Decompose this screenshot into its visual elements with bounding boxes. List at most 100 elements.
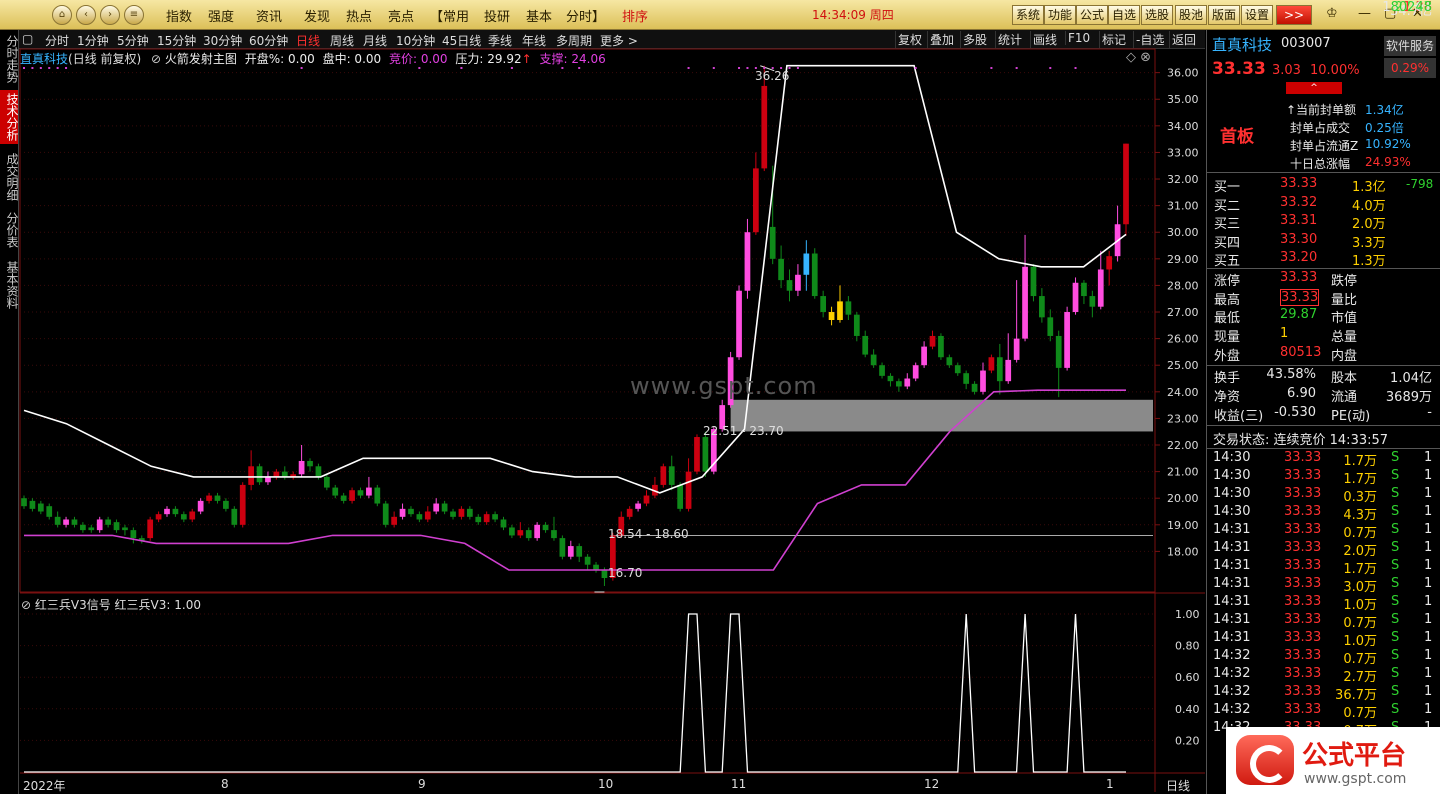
trade-status: 交易状态: 连续竞价 14:33:57 [1213, 433, 1389, 448]
candle-body [231, 508, 238, 525]
btn-settings[interactable]: 设置 [1241, 5, 1274, 25]
candle-body [996, 357, 1003, 382]
minimize-icon[interactable]: — [1358, 6, 1371, 21]
tick-price: 33.33 [1284, 540, 1322, 555]
candle-body [551, 530, 557, 539]
stat-value: 80513 [1280, 344, 1322, 360]
stat-label: 量比 [1331, 292, 1358, 308]
candle-body [349, 490, 355, 501]
tick-volume: 0.7万 [1343, 652, 1377, 667]
bid-volume: 2.0万 [1352, 217, 1386, 232]
bid-volume: 1.3万 [1352, 254, 1386, 269]
y-tick-label: 25.00 [1167, 359, 1199, 372]
btn-more[interactable]: >> [1276, 5, 1312, 25]
stat-label: 最高 [1214, 292, 1241, 308]
seal-info-label: 封单占流通Z [1290, 139, 1359, 153]
candle-body [626, 508, 633, 517]
candle-body [399, 508, 406, 517]
stat-value: 33.33 [1280, 288, 1320, 306]
signal-dot [23, 67, 25, 69]
tick-volume: 3.0万 [1343, 580, 1377, 595]
candle-body [853, 314, 860, 336]
bid-label: 买二 [1214, 198, 1241, 214]
tick-side: S [1391, 684, 1400, 699]
x-year: 2022年 [23, 779, 66, 793]
indicator-toggle-icon[interactable]: ⊘ [21, 598, 31, 612]
ind-tick-label: 0.80 [1175, 640, 1200, 653]
tick-volume: 36.7万 [1335, 688, 1377, 703]
tick-time: 14:32 [1213, 666, 1251, 681]
candle-body [811, 253, 818, 297]
stat-label: 最低 [1214, 311, 1241, 327]
candle-body [559, 538, 566, 557]
stat-label: 涨停 [1214, 274, 1241, 289]
y-tick-label: 36.00 [1167, 67, 1199, 80]
tick-volume: 0.7万 [1343, 526, 1377, 541]
candle-body [1013, 338, 1020, 360]
candle-body [896, 381, 902, 387]
signal-dot [687, 67, 690, 69]
divider [1206, 425, 1440, 426]
tick-price: 33.33 [1284, 468, 1322, 483]
tick-volume: 0.7万 [1343, 616, 1377, 631]
ind-tick-label: 1.00 [1175, 608, 1200, 621]
candle-body [223, 500, 229, 509]
tick-time: 14:30 [1213, 468, 1251, 483]
tick-count: 1 [1424, 684, 1433, 699]
tick-side: S [1391, 630, 1400, 645]
sector-name[interactable]: 软件服务 [1384, 36, 1436, 56]
candle-body [1047, 317, 1054, 336]
candle-body [63, 519, 69, 525]
collapse-arrow-icon[interactable]: ^ [1286, 82, 1342, 94]
brand-url: www.gspt.com [1304, 771, 1407, 787]
candle-body [424, 511, 431, 520]
tick-volume: 2.7万 [1343, 670, 1377, 685]
seal-info-label: 十日总涨幅 [1290, 157, 1351, 171]
ind-tick-label: 0.60 [1175, 671, 1200, 684]
stat-label: 内盘 [1331, 348, 1358, 364]
tick-time: 14:31 [1213, 612, 1251, 627]
candle-body [509, 527, 515, 536]
y-tick-label: 31.00 [1167, 200, 1199, 213]
bid-label: 买一 [1214, 180, 1241, 195]
stat-label: 股本 [1331, 371, 1358, 386]
kline-chart[interactable]: 18.00 19.00 20.00 21.00 22.00 23.00 24.00 25.00… [0, 0, 1205, 794]
shirt-icon[interactable]: ♔ [1326, 6, 1338, 21]
candle-body [1081, 282, 1087, 297]
quote-change: 3.03 [1272, 63, 1301, 78]
candle-body [677, 484, 684, 509]
tick-count: 1 [1424, 504, 1433, 519]
candle-body [887, 375, 894, 382]
candle-body [828, 312, 835, 320]
y-tick-label: 34.00 [1167, 120, 1199, 133]
tick-time: 14:32 [1213, 702, 1251, 717]
candle-body [88, 527, 95, 531]
candle-body [660, 466, 667, 485]
candle-body [483, 514, 490, 523]
tick-side: S [1391, 612, 1400, 627]
chart-diamond-icon[interactable]: ◇ ⊗ [1126, 50, 1151, 65]
bid-price: 33.31 [1280, 213, 1318, 228]
label-high: 36.26 [755, 69, 790, 83]
candle-body [172, 508, 179, 515]
candle-body [929, 335, 936, 347]
candle-body [433, 503, 440, 512]
candle-body [517, 530, 524, 536]
candle-body [567, 546, 574, 557]
bid-label: 买五 [1214, 254, 1241, 269]
brand-overlay: 公式平台 www.gspt.com [1226, 727, 1440, 794]
candle-body [1022, 266, 1028, 339]
tick-side: S [1391, 648, 1400, 663]
tick-price: 33.33 [1284, 648, 1322, 663]
bid-volume: 3.3万 [1352, 235, 1386, 251]
candle-body [803, 253, 810, 275]
x-period: 日线 [1166, 779, 1191, 793]
tick-volume: 1.7万 [1343, 472, 1377, 487]
stat-label: 净资 [1214, 390, 1241, 405]
btn-layout[interactable]: 版面 [1208, 5, 1241, 25]
signal-dot [56, 67, 59, 69]
quote-stock-name: 直真科技 [1212, 36, 1273, 54]
candle-body [475, 516, 482, 523]
y-tick-label: 21.00 [1167, 466, 1199, 479]
candle-body [736, 290, 742, 358]
